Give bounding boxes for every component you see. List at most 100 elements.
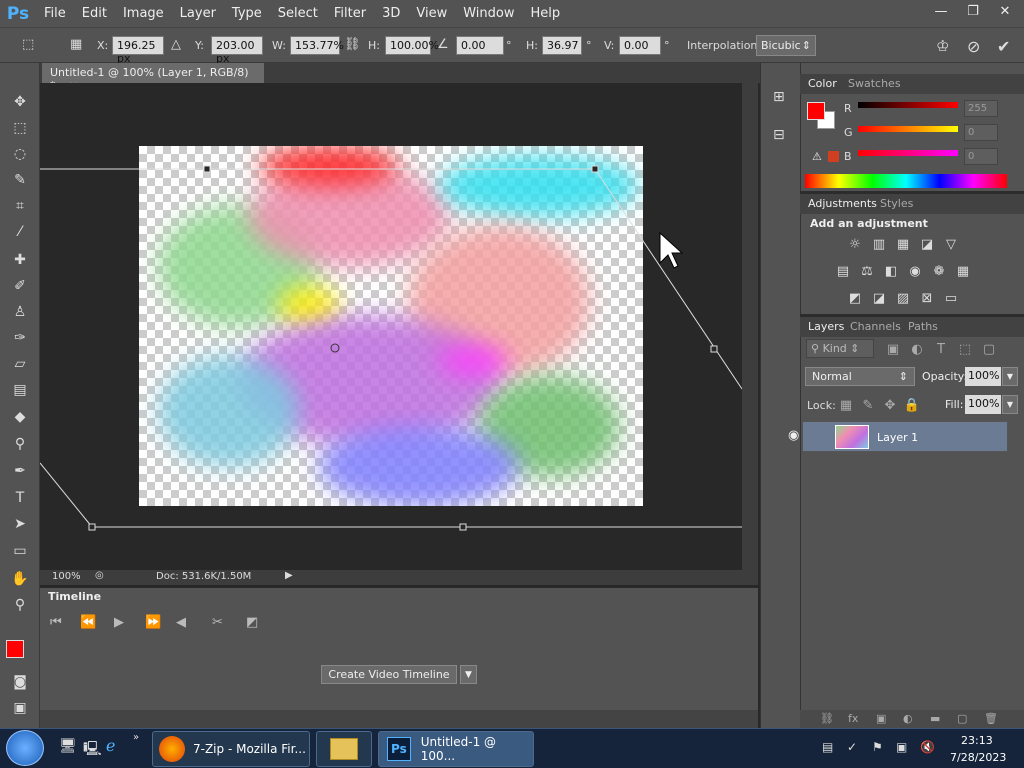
brightness-icon[interactable]: ☼	[847, 237, 863, 252]
lock-image-icon[interactable]: ✎	[860, 398, 876, 413]
tab-layers[interactable]: Layers	[808, 320, 844, 333]
crop-tool-icon[interactable]: ⌗	[9, 195, 31, 217]
first-frame-icon[interactable]: ⏮	[50, 615, 62, 630]
filter-pixel-icon[interactable]: ▣	[885, 342, 901, 357]
layer-style-fx-icon[interactable]: fx	[848, 712, 858, 725]
rectangle-tool-icon[interactable]: ▭	[9, 540, 31, 562]
link-icon[interactable]: ⛓	[344, 37, 361, 52]
screen-mode-icon[interactable]: ▣	[9, 697, 31, 719]
eraser-tool-icon[interactable]: ▱	[9, 353, 31, 375]
r-value[interactable]: 255	[964, 100, 998, 117]
menu-type[interactable]: Type	[224, 6, 270, 21]
path-selection-icon[interactable]: ➤	[9, 513, 31, 535]
remote-desktop-icon[interactable]: 🖳	[83, 738, 102, 762]
width-input[interactable]: 153.77%	[290, 36, 344, 55]
play-icon[interactable]: ▶	[114, 615, 124, 630]
threshold-icon[interactable]: ▨	[895, 291, 911, 306]
lasso-tool-icon[interactable]: ◌	[9, 143, 31, 165]
tray-volume-muted-icon[interactable]: 🔇	[920, 740, 935, 754]
angle-input[interactable]: 0.00	[456, 36, 504, 55]
clock-date[interactable]: 7/28/2023	[950, 751, 1006, 764]
color-spectrum[interactable]	[805, 174, 1007, 188]
link-layers-icon[interactable]: ⛓	[820, 712, 834, 725]
fill-dropdown[interactable]: ▼	[1002, 395, 1018, 414]
levels-icon[interactable]: ▥	[871, 237, 887, 252]
menu-file[interactable]: File	[36, 6, 74, 21]
type-tool-icon[interactable]: T	[9, 487, 31, 509]
color-lookup-icon[interactable]: ▦	[955, 264, 971, 279]
dodge-tool-icon[interactable]: ⚲	[9, 433, 31, 455]
exposure-icon[interactable]: ◪	[919, 237, 935, 252]
warp-mode-icon[interactable]: ♔	[936, 37, 949, 55]
split-scissors-icon[interactable]: ✂	[212, 615, 223, 630]
transform-bounding-box[interactable]	[40, 83, 742, 570]
status-menu-arrow-icon[interactable]: ▶	[285, 570, 293, 581]
lock-all-icon[interactable]: 🔒	[904, 398, 920, 413]
color-balance-icon[interactable]: ⚖	[859, 264, 875, 279]
selective-color-icon[interactable]: ⊠	[919, 291, 935, 306]
marquee-tool-icon[interactable]: ⬚	[9, 117, 31, 139]
audio-icon[interactable]: ◀	[176, 615, 186, 630]
g-slider[interactable]	[858, 126, 958, 132]
menu-layer[interactable]: Layer	[172, 6, 224, 21]
new-group-icon[interactable]: ▬	[930, 712, 940, 725]
start-button[interactable]	[6, 730, 44, 766]
pen-tool-icon[interactable]: ✒	[9, 460, 31, 482]
tray-security-icon[interactable]: ✓	[847, 740, 857, 754]
filter-shape-icon[interactable]: ⬚	[957, 342, 973, 357]
history-panel-icon[interactable]: ⊞	[773, 89, 785, 105]
layer-filter-kind[interactable]: ⚲ Kind ⇕	[806, 339, 874, 358]
layer-name[interactable]: Layer 1	[877, 431, 918, 444]
hue-saturation-icon[interactable]: ▤	[835, 264, 851, 279]
opacity-dropdown[interactable]: ▼	[1002, 367, 1018, 386]
vertical-scrollbar[interactable]	[742, 83, 758, 570]
lock-position-icon[interactable]: ✥	[882, 398, 898, 413]
posterize-icon[interactable]: ◪	[871, 291, 887, 306]
menu-help[interactable]: Help	[523, 6, 569, 21]
menu-window[interactable]: Window	[455, 6, 522, 21]
channel-mixer-icon[interactable]: ❁	[931, 264, 947, 279]
add-mask-icon[interactable]: ▣	[876, 712, 886, 725]
tray-flag-icon[interactable]: ⚑	[872, 740, 883, 754]
quicklaunch-overflow-icon[interactable]: »	[133, 732, 139, 743]
gamut-warning-icon[interactable]: ⚠	[812, 150, 822, 163]
gradient-map-icon[interactable]: ▭	[943, 291, 959, 306]
clone-stamp-icon[interactable]: ♙	[9, 301, 31, 323]
create-video-timeline-button[interactable]: Create Video Timeline	[321, 665, 457, 684]
hskew-input[interactable]: 36.97	[542, 36, 582, 55]
fill-input[interactable]: 100%	[965, 395, 1001, 414]
hand-tool-icon[interactable]: ✋	[9, 568, 31, 590]
close-button[interactable]: ✕	[990, 1, 1020, 21]
restore-button[interactable]: ❐	[958, 1, 988, 21]
status-icon[interactable]: ◎	[95, 570, 104, 581]
menu-select[interactable]: Select	[270, 6, 326, 21]
zoom-level[interactable]: 100%	[52, 571, 81, 582]
taskbar-firefox[interactable]: 7-Zip - Mozilla Fir...	[152, 731, 310, 767]
menu-filter[interactable]: Filter	[326, 6, 374, 21]
quick-mask-icon[interactable]: ◙	[9, 671, 31, 693]
tab-swatches[interactable]: Swatches	[848, 77, 901, 90]
taskbar-explorer[interactable]	[316, 731, 372, 767]
interpolation-select[interactable]: Bicubic ⇕	[756, 35, 816, 56]
r-slider[interactable]	[858, 102, 958, 108]
taskbar-photoshop[interactable]: Ps Untitled-1 @ 100...	[378, 731, 534, 767]
document-tab[interactable]: Untitled-1 @ 100% (Layer 1, RGB/8) * ×	[42, 63, 264, 92]
curves-icon[interactable]: ▦	[895, 237, 911, 252]
relative-position-icon[interactable]: △	[171, 37, 181, 52]
menu-edit[interactable]: Edit	[74, 6, 115, 21]
show-desktop-icon[interactable]: 🖥	[59, 738, 77, 754]
move-tool-icon[interactable]: ✥	[9, 91, 31, 113]
gamut-swatch[interactable]	[828, 151, 839, 162]
menu-view[interactable]: View	[408, 6, 455, 21]
filter-adjustment-icon[interactable]: ◐	[909, 342, 925, 357]
next-frame-icon[interactable]: ⏩	[145, 615, 161, 630]
canvas-area[interactable]	[40, 83, 742, 570]
prev-frame-icon[interactable]: ⏪	[80, 615, 96, 630]
b-slider[interactable]	[858, 150, 958, 156]
panel-foreground-swatch[interactable]	[807, 102, 825, 120]
cancel-transform-icon[interactable]: ⊘	[967, 37, 980, 56]
lock-transparent-icon[interactable]: ▦	[838, 398, 854, 413]
visibility-eye-icon[interactable]: ◉	[788, 428, 799, 443]
tab-color[interactable]: Color	[808, 77, 837, 90]
tray-clipboard-icon[interactable]: ▤	[822, 740, 833, 754]
